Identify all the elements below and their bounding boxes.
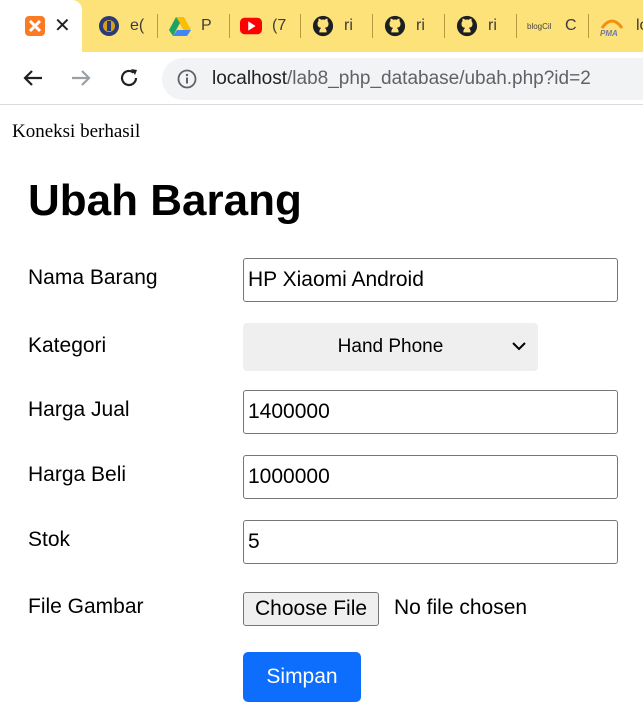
file-gambar-label: File Gambar: [28, 595, 144, 618]
url-text[interactable]: localhost/lab8_php_database/ubah.php?id=…: [212, 68, 591, 90]
back-arrow-icon: [23, 70, 42, 86]
google-drive-icon: [169, 15, 191, 37]
tab-active[interactable]: ✕: [0, 0, 82, 52]
reload-button[interactable]: [113, 62, 145, 94]
tab-separator: [300, 14, 301, 38]
harga-beli-input[interactable]: [243, 455, 618, 499]
youtube-icon: [240, 15, 262, 37]
tab-separator: [229, 14, 230, 38]
tab-item[interactable]: ri: [456, 0, 502, 52]
kategori-label: Kategori: [28, 334, 107, 357]
reload-icon: [120, 69, 138, 87]
xampp-icon: [24, 15, 46, 37]
svg-text:PMA: PMA: [600, 29, 618, 38]
stok-label: Stok: [28, 528, 71, 551]
nama-barang-label: Nama Barang: [28, 266, 158, 289]
tab-separator: [516, 14, 517, 38]
browser-toolbar: localhost/lab8_php_database/ubah.php?id=…: [0, 52, 643, 105]
tab-item[interactable]: blogCil C: [527, 0, 579, 52]
github-icon: [312, 15, 334, 37]
tab-title: C: [565, 17, 577, 34]
tab-title: ri: [488, 17, 497, 34]
university-logo-icon: [98, 15, 120, 37]
harga-jual-input[interactable]: [243, 390, 618, 434]
github-icon: [456, 15, 478, 37]
tab-item[interactable]: e(: [98, 0, 144, 52]
address-bar[interactable]: localhost/lab8_php_database/ubah.php?id=…: [162, 58, 643, 100]
tab-title: (7: [272, 17, 287, 34]
tab-title: ri: [416, 17, 425, 34]
tab-separator: [372, 14, 373, 38]
choose-file-button[interactable]: Choose File: [243, 592, 380, 626]
tab-title: ri: [344, 17, 353, 34]
file-status-text: No file chosen: [394, 596, 528, 619]
tab-strip: ✕ e( P (7 ri ri ri blogCil C PMA l: [0, 0, 643, 52]
harga-beli-label: Harga Beli: [28, 463, 127, 486]
stok-input[interactable]: [243, 520, 618, 564]
tab-title: lo: [636, 17, 643, 34]
back-button[interactable]: [17, 62, 49, 94]
blog-icon: blogCil: [527, 15, 555, 37]
svg-text:blogCil: blogCil: [527, 22, 552, 31]
url-host: localhost: [212, 68, 287, 89]
chevron-down-icon: [512, 342, 526, 351]
harga-jual-label: Harga Jual: [28, 398, 130, 421]
github-icon: [384, 15, 406, 37]
close-tab-icon[interactable]: ✕: [54, 16, 71, 36]
forward-button[interactable]: [65, 62, 97, 94]
tab-separator: [444, 14, 445, 38]
tab-title: e(: [130, 17, 144, 34]
page-title: Ubah Barang: [28, 176, 302, 225]
tab-item[interactable]: ri: [312, 0, 358, 52]
nama-barang-input[interactable]: [243, 258, 618, 302]
kategori-selected: Hand Phone: [337, 336, 444, 357]
tab-separator: [157, 14, 158, 38]
kategori-select[interactable]: Hand Phone: [243, 323, 538, 371]
tab-item[interactable]: ri: [384, 0, 430, 52]
site-info-icon[interactable]: [176, 68, 198, 90]
simpan-button[interactable]: Simpan: [243, 652, 361, 702]
tab-item[interactable]: (7: [240, 0, 290, 52]
forward-arrow-icon: [72, 70, 91, 86]
tab-title: P: [201, 17, 212, 34]
tab-item[interactable]: PMA lo: [598, 0, 643, 52]
url-path: /lab8_php_database/ubah.php?id=2: [287, 68, 591, 89]
phpmyadmin-icon: PMA: [598, 15, 626, 38]
tab-item[interactable]: P: [169, 0, 215, 52]
connection-status: Koneksi berhasil: [12, 121, 141, 142]
tab-separator: [588, 14, 589, 38]
